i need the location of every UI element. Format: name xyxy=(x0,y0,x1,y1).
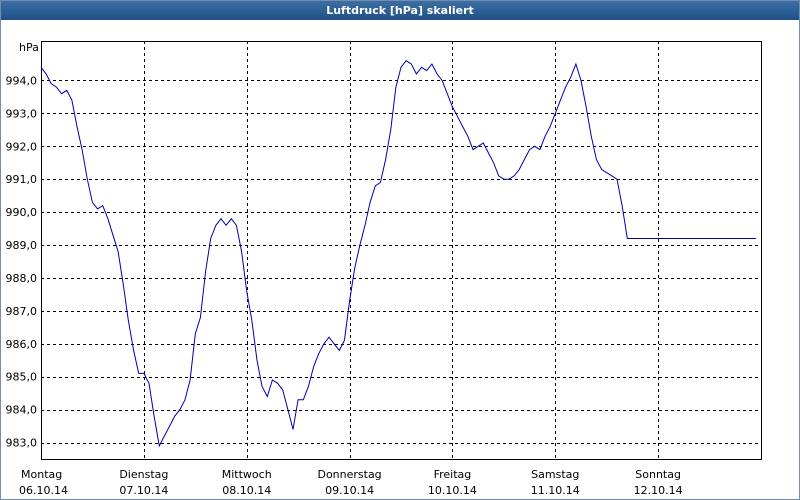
y-tick-labels: 983,0 984,0 985,0 986,0 987,0 988,0 989,0 990,0… xyxy=(6,74,38,449)
y-tick-label: 988,0 xyxy=(6,272,38,285)
y-tick-label: 992,0 xyxy=(6,140,38,153)
chart-window: Luftdruck [hPa] skaliert hPa 983,0 984,0 9… xyxy=(0,0,800,500)
x-tick-day: Freitag xyxy=(434,468,472,481)
x-tick-date: 09.10.14 xyxy=(325,484,374,497)
x-tick-date: 06.10.14 xyxy=(19,484,68,497)
plot-area-border xyxy=(41,41,762,460)
y-tick-label: 983,0 xyxy=(6,437,38,450)
y-tick-label: 989,0 xyxy=(6,239,38,252)
x-tick-date: 10.10.14 xyxy=(428,484,477,497)
y-tick-label: 991,0 xyxy=(6,173,38,186)
x-tick-day: Montag xyxy=(21,468,62,481)
x-tick-day: Sonntag xyxy=(635,468,681,481)
pressure-chart: hPa 983,0984,0985,0986,0987,0988,0989,09… xyxy=(6,41,762,497)
x-tick-date: 12.10.14 xyxy=(634,484,683,497)
x-tick-labels: Montag 06.10.14 Dienstag 07.10.14 Mittwoch 08… xyxy=(19,468,683,497)
x-tick-day: Donnerstag xyxy=(317,468,381,481)
grid-lines xyxy=(41,41,761,459)
y-tick-label: 984,0 xyxy=(6,404,38,417)
x-tick-date: 11.10.14 xyxy=(531,484,580,497)
pressure-series-line xyxy=(40,60,756,448)
y-tick-label: 990,0 xyxy=(6,206,38,219)
y-tick-label: 987,0 xyxy=(6,305,38,318)
y-tick-label: 994,0 xyxy=(6,74,38,87)
x-tick-date: 08.10.14 xyxy=(222,484,271,497)
x-tick-day: Dienstag xyxy=(119,468,168,481)
x-tick-date: 07.10.14 xyxy=(119,484,168,497)
y-tick-label: 985,0 xyxy=(6,371,38,384)
y-tick-label: 986,0 xyxy=(6,338,38,351)
x-tick-day: Mittwoch xyxy=(222,468,272,481)
y-axis-label: hPa xyxy=(19,41,39,54)
x-tick-day: Samstag xyxy=(531,468,579,481)
chart-title: Luftdruck [hPa] skaliert xyxy=(1,1,799,20)
y-tick-label: 993,0 xyxy=(6,107,38,120)
